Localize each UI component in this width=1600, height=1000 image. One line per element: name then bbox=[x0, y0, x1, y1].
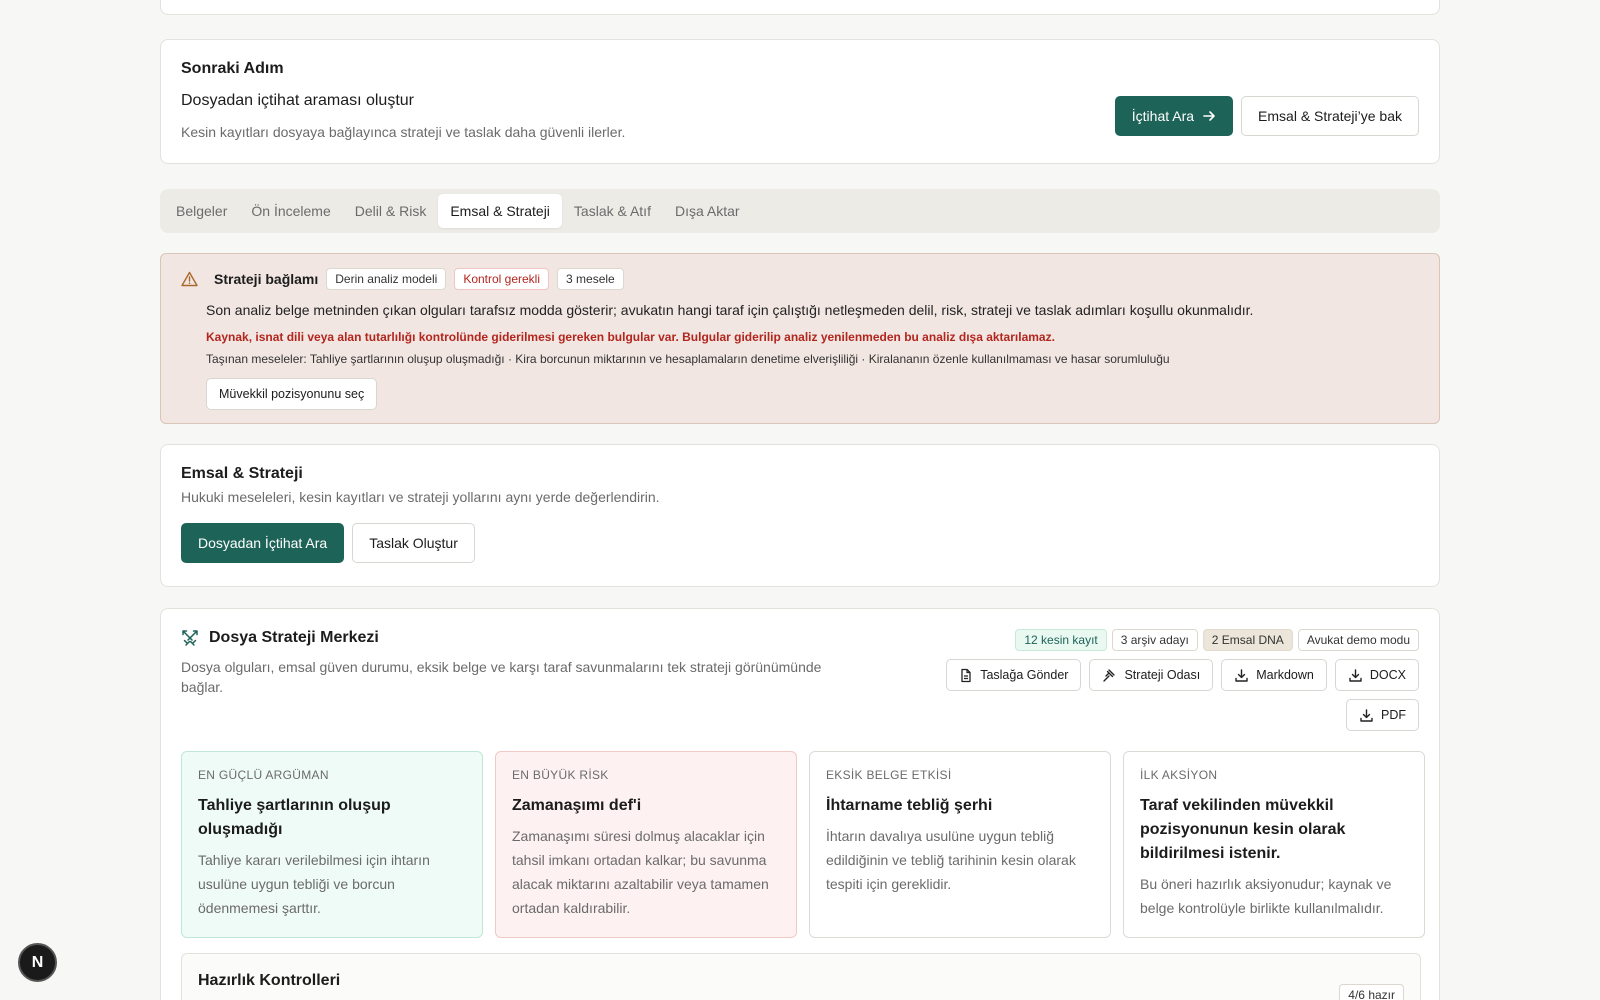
search-case-law-button[interactable]: Dosyadan İçtihat Ara bbox=[181, 523, 345, 563]
alert-issues: Taşınan meseleler: Tahliye şartlarının o… bbox=[206, 352, 1170, 366]
document-icon bbox=[959, 668, 973, 683]
send-to-draft-button[interactable]: Taslağa Gönder bbox=[946, 659, 1082, 691]
badge-emsal-dna: 2 Emsal DNA bbox=[1202, 629, 1293, 651]
section-tabs: Belgeler Ön İnceleme Delil & Risk Emsal … bbox=[160, 189, 1440, 233]
readiness-title: Hazırlık Kontrolleri bbox=[198, 972, 341, 989]
send-to-draft-label: Taslağa Gönder bbox=[980, 668, 1069, 682]
dev-tools-button[interactable]: N bbox=[18, 943, 57, 982]
export-pdf-button[interactable]: PDF bbox=[1346, 699, 1419, 731]
strategy-center-description: Dosya olguları, emsal güven durumu, eksi… bbox=[181, 659, 822, 696]
download-icon bbox=[1348, 668, 1363, 683]
export-docx-label: DOCX bbox=[1369, 668, 1406, 682]
export-actions: Taslağa Gönder Strateji Odası Markdown D… bbox=[946, 659, 1419, 691]
insight-card-title: Taraf vekilinden müvekkil pozisyonunun k… bbox=[1140, 797, 1346, 862]
insight-card-description: Bu öneri hazırlık aksiyonudur; kaynak ve… bbox=[1140, 876, 1392, 917]
strategy-center-card: Dosya Strateji Merkezi Dosya olguları, e… bbox=[160, 608, 1440, 1000]
insight-card-kicker: EN BÜYÜK RİSK bbox=[512, 768, 609, 782]
insight-card-strongest-argument: EN GÜÇLÜ ARGÜMAN Tahliye şartlarının olu… bbox=[181, 751, 483, 938]
strategy-badges: 12 kesin kayıt 3 arşiv adayı 2 Emsal DNA… bbox=[1015, 629, 1419, 651]
readiness-badge: 4/6 hazır bbox=[1339, 984, 1404, 1000]
insight-card-title: Tahliye şartlarının oluşup oluşmadığı bbox=[198, 797, 391, 838]
crossed-swords-icon bbox=[181, 629, 199, 647]
tab-belgeler[interactable]: Belgeler bbox=[164, 194, 239, 228]
previous-card-edge bbox=[160, 0, 1440, 15]
emsal-strateji-link-label: Emsal & Strateji’ye bak bbox=[1258, 108, 1402, 124]
emsal-description: Hukuki meseleleri, kesin kayıtları ve st… bbox=[181, 489, 660, 505]
strategy-context-alert: Strateji bağlamı Derin analiz modeli Kon… bbox=[160, 253, 1440, 424]
emsal-strateji-card: Emsal & Strateji Hukuki meseleleri, kesi… bbox=[160, 444, 1440, 587]
tab-delil-risk[interactable]: Delil & Risk bbox=[343, 194, 439, 228]
select-client-position-label: Müvekkil pozisyonunu seç bbox=[219, 387, 365, 401]
readiness-checks: Hazırlık Kontrolleri 4/6 hazır bbox=[181, 953, 1421, 1000]
insight-card-description: İhtarın davalıya usulüne uygun tebliğ ed… bbox=[826, 828, 1076, 893]
insight-card-description: Zamanaşımı süresi dolmuş alacaklar için … bbox=[512, 828, 769, 917]
insight-cards: EN GÜÇLÜ ARGÜMAN Tahliye şartlarının olu… bbox=[181, 751, 1425, 938]
tab-disa-aktar[interactable]: Dışa Aktar bbox=[663, 194, 752, 228]
emsal-actions: Dosyadan İçtihat Ara Taslak Oluştur bbox=[181, 523, 1419, 563]
export-markdown-label: Markdown bbox=[1256, 668, 1314, 682]
emsal-strateji-link-button[interactable]: Emsal & Strateji’ye bak bbox=[1241, 96, 1419, 136]
gavel-icon bbox=[1102, 668, 1117, 683]
create-draft-button[interactable]: Taslak Oluştur bbox=[352, 523, 475, 563]
badge-demo-mode: Avukat demo modu bbox=[1297, 629, 1419, 651]
arrow-right-icon bbox=[1202, 109, 1216, 123]
tab-on-inceleme[interactable]: Ön İnceleme bbox=[239, 194, 342, 228]
tab-emsal-strateji[interactable]: Emsal & Strateji bbox=[438, 194, 562, 228]
insight-card-title: İhtarname tebliğ şerhi bbox=[826, 797, 993, 814]
chip-check-required: Kontrol gerekli bbox=[454, 268, 550, 290]
emsal-title: Emsal & Strateji bbox=[181, 465, 303, 482]
insight-card-missing-document: EKSİK BELGE ETKİSİ İhtarname tebliğ şerh… bbox=[809, 751, 1111, 938]
insight-card-description: Tahliye kararı verilebilmesi için ihtarı… bbox=[198, 852, 430, 917]
search-case-law-label: Dosyadan İçtihat Ara bbox=[198, 535, 328, 551]
insight-card-kicker: EN GÜÇLÜ ARGÜMAN bbox=[198, 768, 329, 782]
create-draft-label: Taslak Oluştur bbox=[369, 535, 458, 551]
download-icon bbox=[1359, 708, 1374, 723]
alert-text: Son analiz belge metninden çıkan olgular… bbox=[206, 302, 1254, 318]
next-step-card: Sonraki Adım Dosyadan içtihat araması ol… bbox=[160, 39, 1440, 164]
badge-definite-records: 12 kesin kayıt bbox=[1015, 629, 1107, 651]
insight-card-kicker: EKSİK BELGE ETKİSİ bbox=[826, 768, 952, 782]
warning-triangle-icon bbox=[181, 271, 198, 287]
next-step-kicker: Sonraki Adım bbox=[181, 60, 284, 77]
alert-warning: Kaynak, isnat dili veya alan tutarlılığı… bbox=[206, 330, 1055, 344]
ictihat-ara-label: İçtihat Ara bbox=[1131, 108, 1195, 124]
strategy-room-label: Strateji Odası bbox=[1124, 668, 1201, 682]
strategy-room-button[interactable]: Strateji Odası bbox=[1089, 659, 1214, 691]
insight-card-first-action: İLK AKSİYON Taraf vekilinden müvekkil po… bbox=[1123, 751, 1425, 938]
alert-body: Son analiz belge metninden çıkan olgular… bbox=[206, 302, 1419, 410]
export-actions-row-2: PDF bbox=[1346, 699, 1419, 731]
insight-card-kicker: İLK AKSİYON bbox=[1140, 768, 1218, 782]
alert-header: Strateji bağlamı Derin analiz modeli Kon… bbox=[181, 268, 1419, 290]
download-icon bbox=[1234, 668, 1249, 683]
export-docx-button[interactable]: DOCX bbox=[1334, 659, 1419, 691]
export-markdown-button[interactable]: Markdown bbox=[1221, 659, 1327, 691]
export-pdf-label: PDF bbox=[1381, 708, 1406, 722]
chip-analysis-model: Derin analiz modeli bbox=[326, 268, 447, 290]
tab-taslak-atif[interactable]: Taslak & Atıf bbox=[562, 194, 663, 228]
insight-card-title: Zamanaşımı def'i bbox=[512, 797, 642, 814]
select-client-position-button[interactable]: Müvekkil pozisyonunu seç bbox=[206, 378, 378, 410]
ictihat-ara-button[interactable]: İçtihat Ara bbox=[1114, 96, 1234, 136]
strategy-center-title: Dosya Strateji Merkezi bbox=[209, 629, 379, 646]
next-step-actions: İçtihat Ara Emsal & Strateji’ye bak bbox=[1114, 96, 1419, 136]
alert-title: Strateji bağlamı bbox=[214, 271, 319, 287]
insight-card-biggest-risk: EN BÜYÜK RİSK Zamanaşımı def'i Zamanaşım… bbox=[495, 751, 797, 938]
chip-issue-count: 3 mesele bbox=[557, 268, 624, 290]
n-logo-icon: N bbox=[31, 953, 44, 971]
badge-archive-candidates: 3 arşiv adayı bbox=[1111, 629, 1198, 651]
